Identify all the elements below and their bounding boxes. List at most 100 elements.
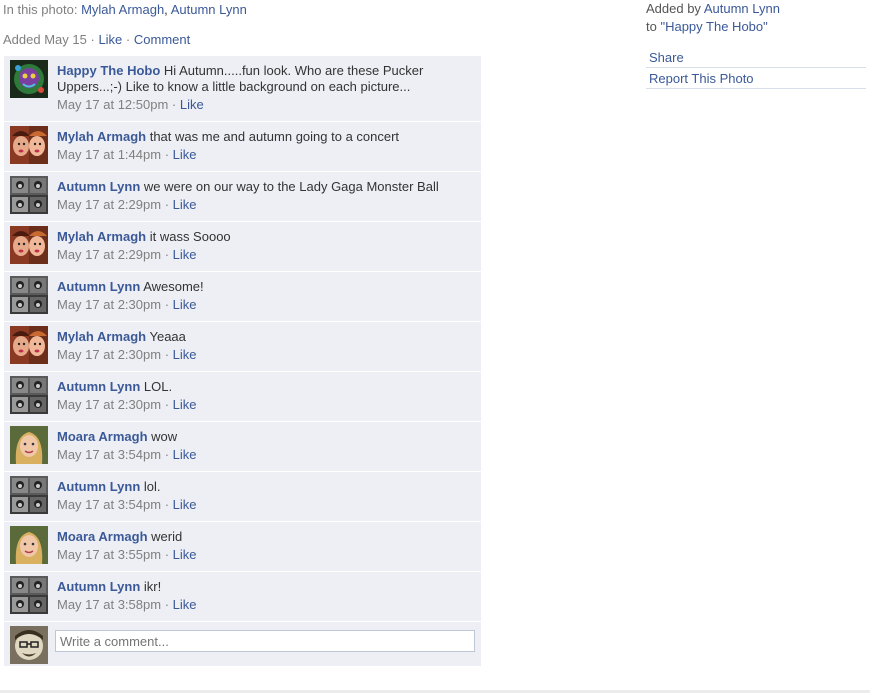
comment-like-link[interactable]: Like: [180, 97, 204, 112]
comment-like-link[interactable]: Like: [173, 547, 197, 562]
comment-body: Mylah Armagh it wass Soooo May 17 at 2:29…: [57, 222, 481, 271]
comment-text: wow: [151, 429, 178, 444]
comment-author-link[interactable]: Autumn Lynn: [57, 479, 140, 494]
comment-author-link[interactable]: Moara Armagh: [57, 529, 148, 544]
comment-timestamp: May 17 at 3:54pm: [57, 497, 162, 512]
comment-like-link[interactable]: Like: [173, 397, 197, 412]
comment-meta: May 17 at 2:30pm · Like: [57, 297, 197, 312]
in-this-photo: In this photo: Mylah Armagh, Autumn Lynn: [3, 2, 247, 17]
comment-timestamp: May 17 at 2:29pm: [57, 247, 162, 262]
comment-item: Autumn Lynn we were on our way to the La…: [4, 172, 481, 222]
comment-text: lol.: [143, 479, 161, 494]
comment-body: Autumn Lynn ikr! May 17 at 3:58pm · Like: [57, 572, 481, 621]
comment-like-link[interactable]: Like: [173, 247, 197, 262]
photo-comment-link[interactable]: Comment: [134, 32, 190, 47]
tag-autumn-lynn[interactable]: Autumn Lynn: [171, 2, 247, 17]
avatar[interactable]: [10, 476, 48, 514]
comment-author-link[interactable]: Autumn Lynn: [57, 579, 140, 594]
in-this-photo-label: In this photo:: [3, 2, 78, 17]
comment-like-link[interactable]: Like: [173, 447, 197, 462]
comment-meta: May 17 at 2:30pm · Like: [57, 347, 197, 362]
comment-meta: May 17 at 1:44pm · Like: [57, 147, 197, 162]
comment-body: Happy The Hobo Hi Autumn.....fun look. W…: [57, 56, 481, 121]
photo-like-link[interactable]: Like: [98, 32, 122, 47]
comment-list: Happy The Hobo Hi Autumn.....fun look. W…: [4, 56, 481, 666]
share-action: Share: [646, 47, 866, 68]
comment-body: Autumn Lynn Awesome! May 17 at 2:30pm · L…: [57, 272, 481, 321]
comment-like-link[interactable]: Like: [173, 147, 197, 162]
comment-like-link[interactable]: Like: [173, 597, 197, 612]
comment-item: Autumn Lynn ikr! May 17 at 3:58pm · Like: [4, 572, 481, 622]
comment-timestamp: May 17 at 2:30pm: [57, 347, 162, 362]
comment-meta: May 17 at 3:54pm · Like: [57, 447, 197, 462]
comment-timestamp: May 17 at 3:55pm: [57, 547, 162, 562]
avatar[interactable]: [10, 326, 48, 364]
comment-composer: [4, 622, 481, 666]
comment-meta: May 17 at 12:50pm · Like: [57, 97, 204, 112]
comment-text: LOL.: [143, 379, 173, 394]
added-by-label: Added by: [646, 1, 701, 16]
comment-item: Mylah Armagh that was me and autumn goin…: [4, 122, 481, 172]
comment-like-link[interactable]: Like: [173, 497, 197, 512]
comment-author-link[interactable]: Autumn Lynn: [57, 179, 140, 194]
write-comment-input[interactable]: [55, 630, 475, 652]
avatar[interactable]: [10, 526, 48, 564]
comment-text: werid: [151, 529, 183, 544]
report-action: Report This Photo: [646, 68, 866, 89]
added-by-user-link[interactable]: Autumn Lynn: [704, 1, 780, 16]
comment-author-link[interactable]: Moara Armagh: [57, 429, 148, 444]
comment-meta: May 17 at 3:54pm · Like: [57, 497, 197, 512]
avatar[interactable]: [10, 126, 48, 164]
comment-body: Moara Armagh werid May 17 at 3:55pm · Lik…: [57, 522, 481, 571]
share-link[interactable]: Share: [649, 50, 684, 65]
my-avatar: [10, 626, 48, 664]
avatar[interactable]: [10, 576, 48, 614]
comment-body: Autumn Lynn we were on our way to the La…: [57, 172, 481, 221]
comment-item: Autumn Lynn LOL. May 17 at 2:30pm · Like: [4, 372, 481, 422]
comment-item: Mylah Armagh it wass Soooo May 17 at 2:29…: [4, 222, 481, 272]
comment-item: Autumn Lynn lol. May 17 at 3:54pm · Like: [4, 472, 481, 522]
comment-author-link[interactable]: Autumn Lynn: [57, 379, 140, 394]
comment-text: that was me and autumn going to a concer…: [149, 129, 400, 144]
comment-author-link[interactable]: Mylah Armagh: [57, 229, 146, 244]
comment-timestamp: May 17 at 3:58pm: [57, 597, 162, 612]
avatar[interactable]: [10, 226, 48, 264]
avatar[interactable]: [10, 176, 48, 214]
comment-item: Moara Armagh wow May 17 at 3:54pm · Like: [4, 422, 481, 472]
added-by: Added by Autumn Lynn to "Happy The Hobo": [646, 0, 780, 36]
comment-like-link[interactable]: Like: [173, 297, 197, 312]
comment-item: Autumn Lynn Awesome! May 17 at 2:30pm · L…: [4, 272, 481, 322]
comment-item: Happy The Hobo Hi Autumn.....fun look. W…: [4, 56, 481, 122]
comment-meta: May 17 at 3:55pm · Like: [57, 547, 197, 562]
avatar[interactable]: [10, 426, 48, 464]
comment-text: we were on our way to the Lady Gaga Mons…: [143, 179, 439, 194]
comment-like-link[interactable]: Like: [173, 347, 197, 362]
added-info: Added May 15 · Like · Comment: [3, 32, 191, 47]
album-link[interactable]: "Happy The Hobo": [660, 19, 767, 34]
to-label: to: [646, 19, 657, 34]
comment-timestamp: May 17 at 2:30pm: [57, 297, 162, 312]
comment-text: Yeaaa: [149, 329, 186, 344]
comment-author-link[interactable]: Mylah Armagh: [57, 329, 146, 344]
comment-author-link[interactable]: Mylah Armagh: [57, 129, 146, 144]
comment-meta: May 17 at 2:29pm · Like: [57, 197, 197, 212]
added-date: Added May 15: [3, 32, 87, 47]
report-photo-link[interactable]: Report This Photo: [649, 71, 754, 86]
comment-item: Mylah Armagh Yeaaa May 17 at 2:30pm · Lik…: [4, 322, 481, 372]
comment-item: Moara Armagh werid May 17 at 3:55pm · Lik…: [4, 522, 481, 572]
avatar[interactable]: [10, 60, 48, 98]
comment-meta: May 17 at 3:58pm · Like: [57, 597, 197, 612]
comment-timestamp: May 17 at 2:30pm: [57, 397, 162, 412]
comment-text: ikr!: [143, 579, 162, 594]
comment-body: Autumn Lynn lol. May 17 at 3:54pm · Like: [57, 472, 481, 521]
comment-timestamp: May 17 at 1:44pm: [57, 147, 162, 162]
avatar[interactable]: [10, 376, 48, 414]
avatar[interactable]: [10, 276, 48, 314]
comment-like-link[interactable]: Like: [173, 197, 197, 212]
comment-body: Autumn Lynn LOL. May 17 at 2:30pm · Like: [57, 372, 481, 421]
comment-timestamp: May 17 at 12:50pm: [57, 97, 169, 112]
comment-author-link[interactable]: Autumn Lynn: [57, 279, 140, 294]
comment-author-link[interactable]: Happy The Hobo: [57, 63, 160, 78]
tag-mylah-armagh[interactable]: Mylah Armagh: [81, 2, 164, 17]
comment-meta: May 17 at 2:29pm · Like: [57, 247, 197, 262]
